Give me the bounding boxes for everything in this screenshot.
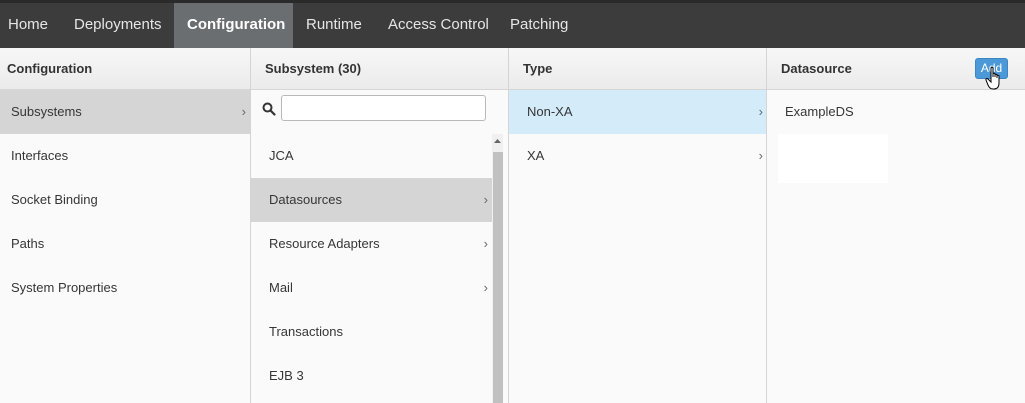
subsystem-column-header: Subsystem (30): [251, 48, 508, 90]
nav-access-control[interactable]: Access Control: [375, 3, 497, 48]
type-item-xa[interactable]: XA ›: [509, 134, 766, 178]
chevron-right-icon: ›: [483, 236, 488, 251]
config-item-label: Socket Binding: [11, 192, 98, 207]
empty-tooltip-panel: [778, 134, 888, 183]
config-item-interfaces[interactable]: Interfaces: [0, 134, 250, 178]
datasource-column: Datasource ExampleDS: [767, 48, 1025, 403]
nav-home[interactable]: Home: [0, 3, 61, 48]
chevron-right-icon: ›: [758, 148, 763, 163]
config-item-system-properties[interactable]: System Properties: [0, 266, 250, 310]
subsystem-scrollbar[interactable]: [492, 134, 503, 403]
subsystem-item-label: Mail: [269, 280, 293, 295]
hand-pointer-icon: [985, 66, 1000, 90]
nav-deployments[interactable]: Deployments: [61, 3, 174, 48]
search-icon: [262, 102, 276, 116]
type-item-label: Non-XA: [527, 104, 573, 119]
config-item-subsystems[interactable]: Subsystems ›: [0, 90, 250, 134]
nav-patching[interactable]: Patching: [497, 3, 587, 48]
subsystem-item-transactions[interactable]: Transactions: [251, 310, 492, 354]
subsystem-item-label: EJB 3: [269, 368, 304, 383]
subsystem-item-resource-adapters[interactable]: Resource Adapters ›: [251, 222, 492, 266]
subsystem-item-label: JCA: [269, 148, 294, 163]
type-column-header: Type: [509, 48, 766, 90]
configuration-column-header: Configuration: [0, 48, 250, 90]
subsystem-item-jca[interactable]: JCA: [251, 134, 492, 178]
config-item-label: System Properties: [11, 280, 118, 295]
type-item-label: XA: [527, 148, 545, 163]
subsystem-item-label: Transactions: [269, 324, 343, 339]
nav-runtime[interactable]: Runtime: [293, 3, 375, 48]
config-item-socket-binding[interactable]: Socket Binding: [0, 178, 250, 222]
subsystem-item-label: Resource Adapters: [269, 236, 380, 251]
subsystem-item-mail[interactable]: Mail ›: [251, 266, 492, 310]
nav-configuration[interactable]: Configuration: [174, 3, 293, 48]
chevron-right-icon: ›: [758, 104, 763, 119]
chevron-right-icon: ›: [483, 280, 488, 295]
config-item-label: Interfaces: [11, 148, 69, 163]
config-item-paths[interactable]: Paths: [0, 222, 250, 266]
config-item-label: Subsystems: [11, 104, 82, 119]
chevron-right-icon: ›: [241, 104, 246, 119]
subsystem-item-datasources[interactable]: Datasources ›: [251, 178, 492, 222]
subsystem-column: Subsystem (30) JCA Datasources › Resourc…: [251, 48, 509, 403]
chevron-up-icon[interactable]: [492, 134, 503, 148]
subsystem-item-label: Datasources: [269, 192, 342, 207]
subsystem-item-ejb3[interactable]: EJB 3: [251, 354, 492, 398]
scrollbar-thumb[interactable]: [493, 152, 503, 403]
datasource-item-label: ExampleDS: [785, 104, 854, 119]
chevron-right-icon: ›: [483, 192, 488, 207]
config-item-label: Paths: [11, 236, 45, 251]
top-navigation-bar: Home Deployments Configuration Runtime A…: [0, 0, 1025, 48]
type-item-non-xa[interactable]: Non-XA ›: [509, 90, 766, 134]
type-column: Type Non-XA › XA ›: [509, 48, 767, 403]
subsystem-filter: [251, 90, 507, 130]
subsystem-search-input[interactable]: [281, 95, 486, 121]
configuration-column: Configuration Subsystems › Interfaces So…: [0, 48, 251, 403]
datasource-item-exampleds[interactable]: ExampleDS: [767, 90, 1025, 134]
